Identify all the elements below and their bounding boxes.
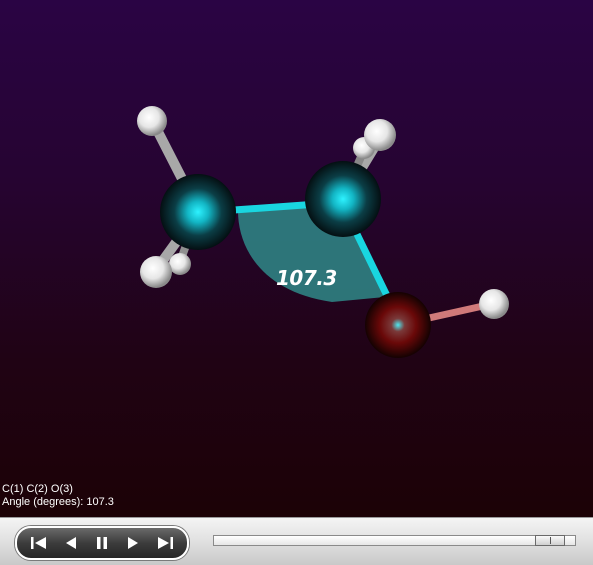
oxygen-atom-o3[interactable] [365, 292, 431, 358]
carbon-atom-c1[interactable] [160, 174, 236, 250]
pause-button[interactable] [86, 528, 118, 558]
3d-viewport[interactable]: 107.3 C(1) C(2) O(3) Angle (degrees): 10… [0, 0, 593, 517]
progress-slider[interactable] [213, 535, 576, 546]
play-icon [128, 537, 138, 549]
hydrogen-atom-h4[interactable] [364, 119, 396, 151]
step-back-icon [66, 537, 76, 549]
progress-thumb[interactable] [535, 535, 565, 546]
angle-readout: Angle (degrees): 107.3 [2, 496, 114, 508]
molecule-viewer: 107.3 C(1) C(2) O(3) Angle (degrees): 10… [0, 0, 593, 565]
hydrogen-atom-h3[interactable] [169, 253, 191, 275]
playback-toolbar [0, 517, 593, 565]
carbon-atom-c2[interactable] [305, 161, 381, 237]
skip-to-start-button[interactable] [23, 528, 55, 558]
step-back-button[interactable] [55, 528, 87, 558]
measurement-readout: C(1) C(2) O(3) Angle (degrees): 107.3 [2, 483, 114, 509]
play-button[interactable] [117, 528, 149, 558]
measured-atoms: C(1) C(2) O(3) [2, 483, 73, 495]
angle-value-label: 107.3 [276, 266, 337, 290]
hydrogen-atom-h1[interactable] [137, 106, 167, 136]
skip-start-icon [31, 537, 46, 549]
transport-controls [15, 526, 189, 560]
pause-icon [97, 537, 107, 549]
hydrogen-atom-h6[interactable] [479, 289, 509, 319]
skip-end-icon [158, 537, 173, 549]
hydrogen-atom-h2[interactable] [140, 256, 172, 288]
molecule-scene [137, 106, 509, 358]
skip-to-end-button[interactable] [149, 528, 181, 558]
